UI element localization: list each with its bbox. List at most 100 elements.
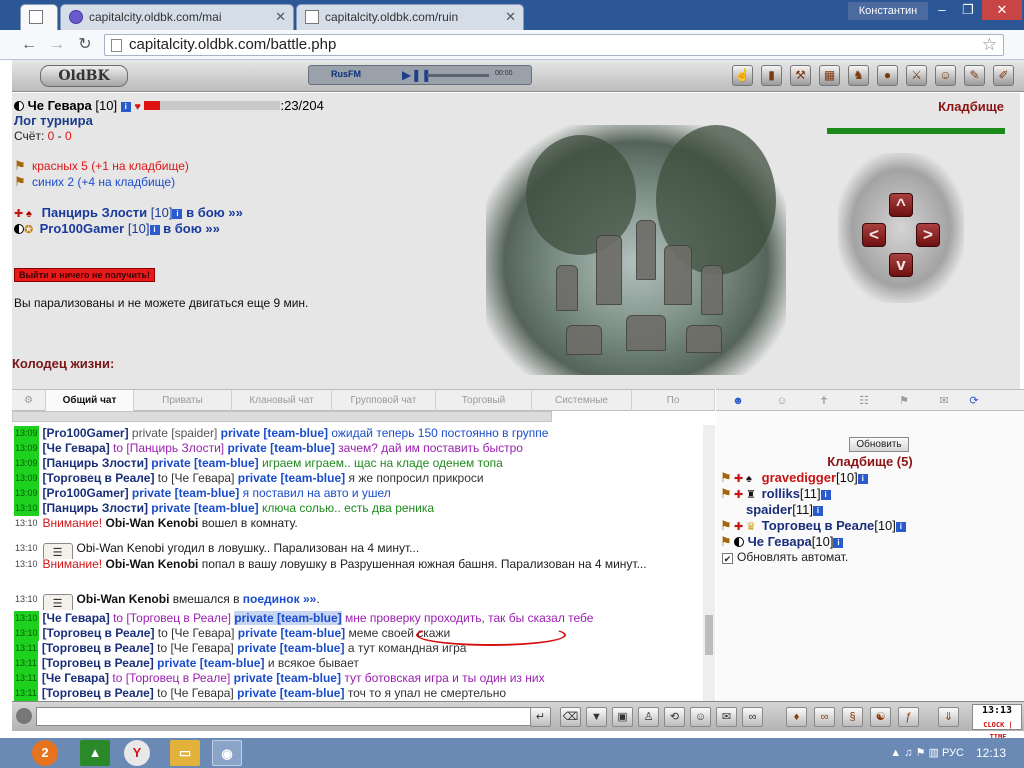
private-tag[interactable]: private [team-blue] bbox=[238, 626, 345, 640]
clan-icon[interactable]: ♞ bbox=[848, 65, 869, 86]
figure-icon[interactable]: ♙ bbox=[638, 707, 659, 727]
sender-nick[interactable]: [Торговец в Реале] bbox=[42, 686, 154, 700]
browser-tab-3[interactable]: capitalcity.oldbk.com/ruin ✕ bbox=[296, 4, 524, 30]
private-tag[interactable]: private [team-blue] bbox=[237, 641, 344, 655]
private-tag[interactable]: private [team-blue] bbox=[234, 611, 342, 625]
radio-volume-slider[interactable] bbox=[427, 74, 489, 77]
quest-icon[interactable]: ⚔ bbox=[906, 65, 927, 86]
sender-nick[interactable]: Obi-Wan Kenobi bbox=[105, 516, 198, 530]
voice-icon[interactable]: ∞ bbox=[742, 707, 763, 727]
green-app-icon[interactable]: ▲ bbox=[80, 740, 110, 766]
chat-log[interactable]: 13:09 [Pro100Gamer] private [spaider] pri… bbox=[12, 411, 715, 701]
close-icon[interactable]: ✕ bbox=[505, 9, 516, 25]
tab-clan-chat[interactable]: Клановый чат bbox=[232, 390, 332, 411]
timestamp[interactable]: 13:10 bbox=[14, 626, 39, 641]
friends-tab-icon[interactable]: ☺ bbox=[772, 393, 792, 409]
tab-group-chat[interactable]: Групповой чат bbox=[332, 390, 436, 411]
chat-settings-icon[interactable]: ⚙ bbox=[12, 390, 46, 411]
rune-icon[interactable]: ƒ bbox=[898, 707, 919, 727]
arrow-left-icon[interactable]: < bbox=[862, 223, 886, 247]
tab-more[interactable]: По bbox=[632, 390, 715, 411]
tray-arrow-icon[interactable]: ▲ bbox=[890, 747, 901, 759]
hand-icon[interactable]: ☝ bbox=[732, 65, 753, 86]
yandex-icon[interactable]: Y bbox=[124, 740, 150, 766]
player-icon[interactable]: ☺ bbox=[935, 65, 956, 86]
stats-icon[interactable]: ▮ bbox=[761, 65, 782, 86]
info-icon[interactable]: i bbox=[895, 522, 906, 532]
refresh-button[interactable]: Обновить bbox=[849, 437, 909, 452]
chrome-icon[interactable]: ◉ bbox=[212, 740, 242, 766]
private-tag[interactable]: private [team-blue] bbox=[238, 471, 345, 485]
sender-nick[interactable]: [Торговец в Реале] bbox=[43, 626, 155, 640]
info-icon[interactable]: i bbox=[820, 490, 831, 500]
refresh-icon[interactable]: ⟲ bbox=[664, 707, 685, 727]
tournament-log-link[interactable]: Лог турнира bbox=[14, 113, 93, 128]
room-player-name[interactable]: Че Гевара bbox=[748, 534, 812, 549]
timestamp[interactable]: 13:10 bbox=[14, 501, 39, 516]
volume-icon[interactable]: ♫ bbox=[904, 747, 912, 759]
timestamp[interactable]: 13:09 bbox=[14, 471, 39, 486]
timestamp[interactable]: 13:09 bbox=[14, 456, 39, 471]
sender-nick[interactable]: Obi-Wan Kenobi bbox=[105, 557, 198, 571]
auto-refresh-option[interactable]: ✔ Обновлять автомат. bbox=[722, 550, 848, 564]
info-icon[interactable]: i bbox=[120, 102, 131, 112]
minimize-icon[interactable]: – bbox=[930, 0, 954, 20]
sender-nick[interactable]: [Торговец в Реале] bbox=[42, 656, 154, 670]
private-tag[interactable]: private [team-blue] bbox=[151, 456, 258, 470]
private-tag[interactable]: private [team-blue] bbox=[234, 671, 341, 685]
sender-nick[interactable]: Obi-Wan Kenobi bbox=[77, 592, 170, 606]
sender-nick[interactable]: [Pro100Gamer] bbox=[43, 426, 129, 440]
arrow-down-icon[interactable]: v bbox=[889, 253, 913, 277]
player-name[interactable]: Че Гевара bbox=[28, 98, 92, 113]
maximize-icon[interactable]: ❐ bbox=[956, 0, 980, 20]
eraser-icon[interactable]: ⌫ bbox=[560, 707, 581, 727]
calendar-icon[interactable]: ▦ bbox=[819, 65, 840, 86]
bookmark-star-icon[interactable]: ☆ bbox=[982, 35, 997, 55]
speaker-head-icon[interactable] bbox=[16, 708, 32, 724]
input-language[interactable]: РУС bbox=[942, 747, 964, 759]
money-bag-icon[interactable]: ♦ bbox=[786, 707, 807, 727]
sender-nick[interactable]: [Че Гевара] bbox=[43, 611, 110, 625]
tab-system[interactable]: Системные bbox=[532, 390, 632, 411]
room-player-name[interactable]: Торговец в Реале bbox=[762, 518, 875, 533]
private-tag[interactable]: private [team-blue] bbox=[221, 426, 328, 440]
system-clock[interactable]: 12:13 bbox=[976, 746, 1006, 760]
arrow-right-icon[interactable]: > bbox=[916, 223, 940, 247]
smiley-icon[interactable]: ☺ bbox=[690, 707, 711, 727]
taskbar-badge[interactable]: 2 bbox=[32, 740, 58, 766]
money-icon[interactable]: ● bbox=[877, 65, 898, 86]
reload-icon[interactable]: ↻ bbox=[74, 35, 96, 55]
chain-icon[interactable]: ∞ bbox=[814, 707, 835, 727]
exit-icon[interactable]: ✐ bbox=[993, 65, 1014, 86]
tab-trade[interactable]: Торговый bbox=[436, 390, 532, 411]
window-close-icon[interactable]: ✕ bbox=[982, 0, 1022, 20]
timestamp[interactable]: 13:11 bbox=[14, 686, 38, 701]
room-player-name[interactable]: spaider bbox=[746, 502, 792, 517]
info-icon[interactable]: i bbox=[149, 225, 160, 235]
info-icon[interactable]: i bbox=[833, 538, 844, 548]
sender-nick[interactable]: [Панцирь Злости] bbox=[43, 456, 148, 470]
send-icon[interactable]: ↵ bbox=[530, 707, 551, 727]
yin-yang-icon[interactable]: ☯ bbox=[870, 707, 891, 727]
sender-nick[interactable]: Obi-Wan Kenobi bbox=[77, 541, 165, 555]
group-tab-icon[interactable]: ☷ bbox=[854, 393, 874, 409]
chat-vertical-scrollbar[interactable] bbox=[703, 425, 715, 701]
timestamp[interactable]: 13:10 bbox=[14, 611, 39, 626]
cross-tab-icon[interactable]: ✝ bbox=[814, 393, 834, 409]
close-icon[interactable]: ✕ bbox=[275, 9, 286, 25]
timestamp[interactable]: 13:11 bbox=[14, 641, 38, 656]
arrow-up-icon[interactable]: ^ bbox=[889, 193, 913, 217]
filter-icon[interactable]: ▼ bbox=[586, 707, 607, 727]
refresh-tab-icon[interactable]: ⟳ bbox=[964, 393, 984, 409]
sender-nick[interactable]: [Pro100Gamer] bbox=[43, 486, 129, 500]
timestamp[interactable]: 13:09 bbox=[14, 441, 39, 456]
chat-input[interactable] bbox=[36, 707, 532, 726]
fighter-status-link[interactable]: в бою »» bbox=[186, 205, 243, 220]
exit-arrow-icon[interactable]: ⇓ bbox=[938, 707, 959, 727]
monitor-icon[interactable]: ▣ bbox=[612, 707, 633, 727]
folder-icon[interactable]: ▭ bbox=[170, 740, 200, 766]
timestamp[interactable]: 13:11 bbox=[14, 671, 38, 686]
sender-nick[interactable]: [Че Гевара] bbox=[42, 671, 109, 685]
private-tag[interactable]: private [team-blue] bbox=[237, 686, 344, 700]
browser-profile-name[interactable]: Константин bbox=[848, 2, 928, 20]
